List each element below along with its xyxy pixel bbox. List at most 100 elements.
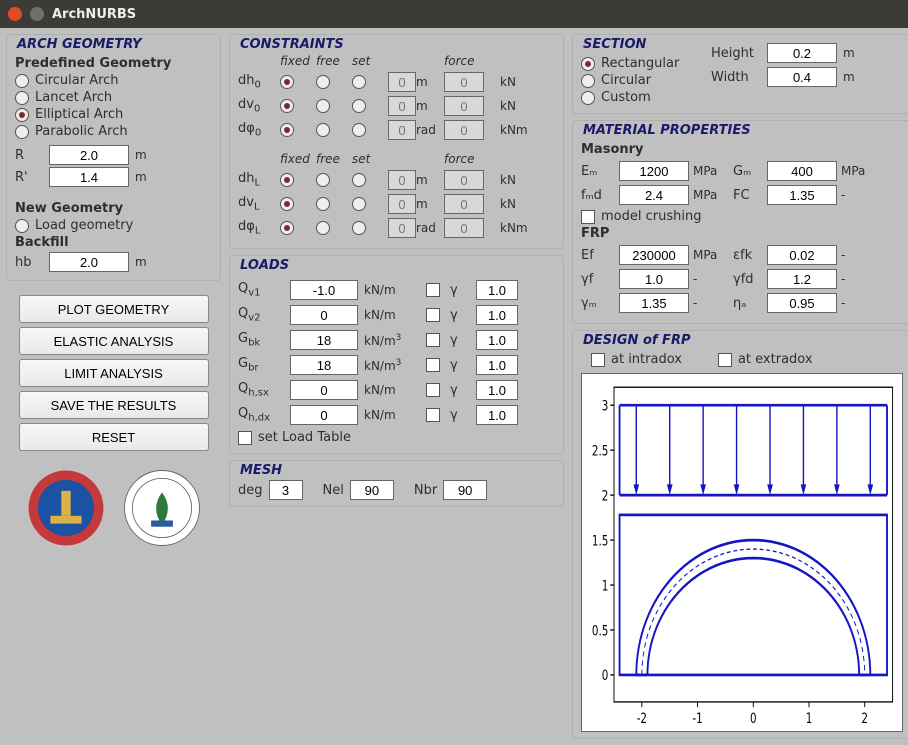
constraint-free-radio[interactable]: [316, 99, 330, 113]
radio-section-circ[interactable]: [581, 74, 595, 88]
load-gamma-checkbox[interactable]: [426, 333, 440, 347]
constraint-force-input[interactable]: [444, 96, 484, 116]
save-results-button[interactable]: SAVE THE RESULTS: [19, 391, 209, 419]
constraint-fixed-radio[interactable]: [280, 123, 294, 137]
constraint-set-input[interactable]: [388, 72, 416, 92]
load-gamma-input[interactable]: [476, 355, 518, 375]
loads-panel: LOADS Qv1kN/mγQv2kN/mγGbkkN/m3γGbrkN/m3γ…: [229, 255, 564, 454]
model-crushing-checkbox[interactable]: [581, 210, 595, 224]
limit-analysis-button[interactable]: LIMIT ANALYSIS: [19, 359, 209, 387]
efk-input[interactable]: [767, 245, 837, 265]
load-value-input[interactable]: [290, 280, 358, 300]
R-input[interactable]: [49, 145, 129, 165]
radio-circular-arch[interactable]: [15, 74, 29, 88]
constraint-free-radio[interactable]: [316, 123, 330, 137]
constraint-force-input[interactable]: [444, 72, 484, 92]
constraint-set-radio[interactable]: [352, 173, 366, 187]
radio-parabolic-arch[interactable]: [15, 125, 29, 139]
minimize-icon[interactable]: [30, 7, 44, 21]
reset-button[interactable]: RESET: [19, 423, 209, 451]
radio-lancet-arch[interactable]: [15, 91, 29, 105]
Gm-input[interactable]: [767, 161, 837, 181]
load-value-input[interactable]: [290, 380, 358, 400]
Rp-input[interactable]: [49, 167, 129, 187]
constraint-fixed-radio[interactable]: [280, 75, 294, 89]
load-value-input[interactable]: [290, 330, 358, 350]
mesh-nel-input[interactable]: [350, 480, 394, 500]
constraint-free-radio[interactable]: [316, 221, 330, 235]
elastic-analysis-button[interactable]: ELASTIC ANALYSIS: [19, 327, 209, 355]
na-input[interactable]: [767, 293, 837, 313]
constraint-force-input[interactable]: [444, 120, 484, 140]
extradox-checkbox[interactable]: [718, 353, 732, 367]
load-gamma-input[interactable]: [476, 405, 518, 425]
fmd-input[interactable]: [619, 185, 689, 205]
radio-load-geometry[interactable]: [15, 219, 29, 233]
constraint-set-input[interactable]: [388, 218, 416, 238]
gfd-input[interactable]: [767, 269, 837, 289]
radio-section-rect[interactable]: [581, 57, 595, 71]
constraint-set-radio[interactable]: [352, 197, 366, 211]
mesh-nbr-input[interactable]: [443, 480, 487, 500]
svg-text:1.5: 1.5: [592, 532, 608, 549]
mesh-deg-input[interactable]: [269, 480, 303, 500]
load-gamma-checkbox[interactable]: [426, 383, 440, 397]
constraint-set-unit: rad: [416, 123, 444, 137]
FC-input[interactable]: [767, 185, 837, 205]
load-gamma-input[interactable]: [476, 305, 518, 325]
constraint-free-radio[interactable]: [316, 173, 330, 187]
constraint-set-input[interactable]: [388, 170, 416, 190]
load-gamma-checkbox[interactable]: [426, 283, 440, 297]
Em-input[interactable]: [619, 161, 689, 181]
constraint-set-input[interactable]: [388, 96, 416, 116]
mesh-nel-label: Nel: [323, 483, 344, 498]
constraint-label: dφL: [238, 219, 280, 237]
constraint-set-radio[interactable]: [352, 221, 366, 235]
constraint-set-input[interactable]: [388, 194, 416, 214]
constraint-set-radio[interactable]: [352, 99, 366, 113]
section-width-input[interactable]: [767, 67, 837, 87]
set-load-table-checkbox[interactable]: [238, 431, 252, 445]
constraint-fixed-radio[interactable]: [280, 221, 294, 235]
load-gamma-checkbox[interactable]: [426, 308, 440, 322]
constraint-set-unit: m: [416, 173, 444, 187]
load-gamma-input[interactable]: [476, 380, 518, 400]
constraint-set-input[interactable]: [388, 120, 416, 140]
load-value-input[interactable]: [290, 405, 358, 425]
section-panel: SECTION Rectangular Circular Custom Heig…: [572, 34, 908, 114]
plot-geometry-button[interactable]: PLOT GEOMETRY: [19, 295, 209, 323]
constraints-hdr-set: set: [352, 152, 416, 166]
load-unit: kN/m: [364, 408, 422, 422]
hb-input[interactable]: [49, 252, 129, 272]
mesh-deg-label: deg: [238, 483, 263, 498]
gf-input[interactable]: [619, 269, 689, 289]
load-value-input[interactable]: [290, 355, 358, 375]
load-gamma-checkbox[interactable]: [426, 408, 440, 422]
constraint-fixed-radio[interactable]: [280, 197, 294, 211]
load-gamma-checkbox[interactable]: [426, 358, 440, 372]
radio-elliptical-arch[interactable]: [15, 108, 29, 122]
load-gamma-input[interactable]: [476, 330, 518, 350]
university-seal-1-icon: [27, 469, 105, 547]
constraint-free-radio[interactable]: [316, 75, 330, 89]
intradox-checkbox[interactable]: [591, 353, 605, 367]
radio-lancet-label: Lancet Arch: [35, 90, 112, 105]
constraint-fixed-radio[interactable]: [280, 173, 294, 187]
constraint-force-input[interactable]: [444, 170, 484, 190]
section-height-input[interactable]: [767, 43, 837, 63]
constraint-free-radio[interactable]: [316, 197, 330, 211]
set-load-table-label: set Load Table: [258, 430, 351, 445]
gm-input[interactable]: [619, 293, 689, 313]
Ef-input[interactable]: [619, 245, 689, 265]
constraint-set-radio[interactable]: [352, 75, 366, 89]
constraint-set-radio[interactable]: [352, 123, 366, 137]
load-value-input[interactable]: [290, 305, 358, 325]
constraint-force-input[interactable]: [444, 194, 484, 214]
radio-section-cust[interactable]: [581, 91, 595, 105]
constraint-force-input[interactable]: [444, 218, 484, 238]
load-gamma-input[interactable]: [476, 280, 518, 300]
svg-text:2: 2: [602, 487, 609, 504]
constraint-fixed-radio[interactable]: [280, 99, 294, 113]
close-icon[interactable]: [8, 7, 22, 21]
intradox-label: at intradox: [611, 352, 682, 367]
